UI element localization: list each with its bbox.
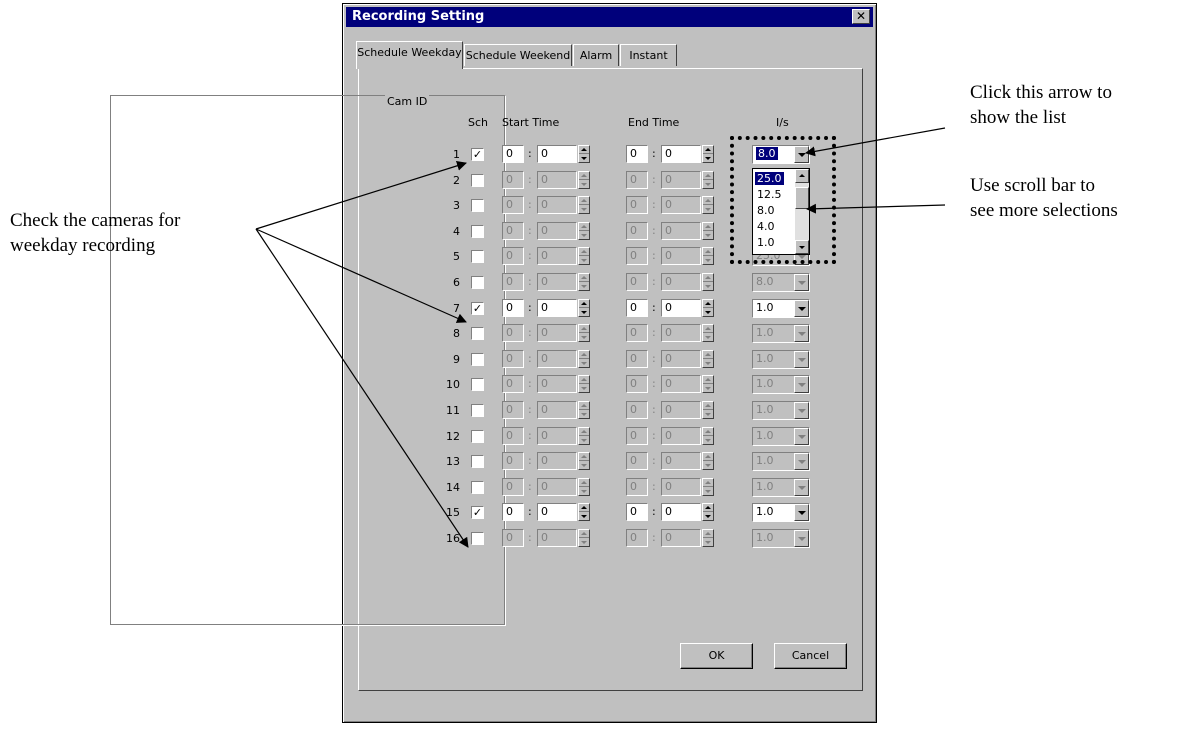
- arrow-to-dropdown-button: [805, 127, 946, 157]
- arrow-to-camera-15: [255, 228, 469, 548]
- arrow-to-scrollbar: [806, 203, 946, 214]
- callout-arrows: [255, 127, 946, 548]
- arrow-to-camera-1: [255, 160, 467, 230]
